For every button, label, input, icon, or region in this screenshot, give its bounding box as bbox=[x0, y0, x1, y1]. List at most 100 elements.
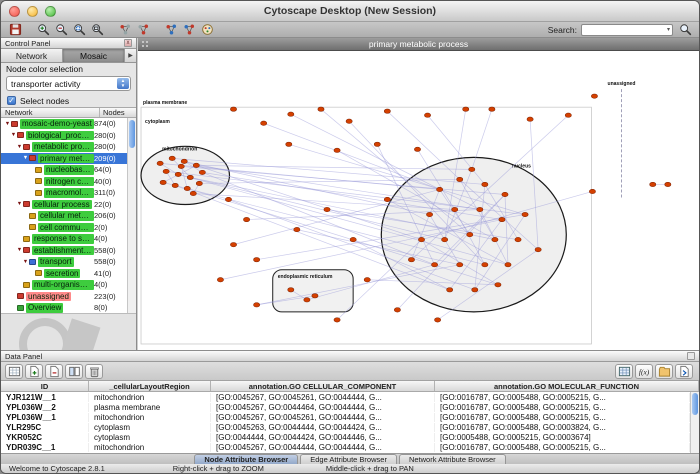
table-row[interactable]: YKR052Ccytoplasm[GO:0044444, GO:0044424,… bbox=[1, 432, 690, 442]
tree-row[interactable]: cell communica...2(0) bbox=[1, 222, 127, 234]
trash-icon[interactable] bbox=[85, 364, 103, 379]
table-cell[interactable]: [GO:0016787, GO:0005488, GO:0005215, G..… bbox=[435, 413, 690, 422]
table-row[interactable]: YJR121W__1mitochondrion[GO:0045267, GO:0… bbox=[1, 392, 690, 402]
tab-scroll-right-icon[interactable]: ▶ bbox=[125, 49, 136, 62]
tree-row[interactable]: ▼metabolic process280(0) bbox=[1, 141, 127, 153]
table-row[interactable]: YPL036W__2plasma membrane[GO:0045267, GO… bbox=[1, 402, 690, 412]
zoom-fit-icon[interactable] bbox=[89, 23, 105, 37]
table-cell[interactable]: [GO:0045267, GO:0045261, GO:0044444, G..… bbox=[211, 413, 435, 422]
table-cell[interactable]: [GO:0045263, GO:0044444, GO:0044424, G..… bbox=[211, 423, 435, 432]
tree-row[interactable]: nitrogen compo...40(0) bbox=[1, 176, 127, 188]
grid-icon[interactable] bbox=[5, 364, 23, 379]
table-cell[interactable]: cytoplasm bbox=[89, 433, 211, 442]
doc-minus-icon[interactable] bbox=[45, 364, 63, 379]
vizmapper-icon[interactable] bbox=[199, 23, 215, 37]
network-modify-icon[interactable] bbox=[181, 23, 197, 37]
select-nodes-checkbox[interactable]: ✓ bbox=[7, 96, 16, 105]
table-header-c-cc[interactable]: annotation.GO CELLULAR_COMPONENT bbox=[211, 381, 435, 391]
table-cell[interactable]: [GO:0045267, GO:0045261, GO:0044444, G..… bbox=[211, 393, 435, 402]
tree-row[interactable]: macromolecule...311(0) bbox=[1, 187, 127, 199]
table-cell[interactable]: YKR052C bbox=[1, 433, 89, 442]
tree-row[interactable]: Overview8(0) bbox=[1, 302, 127, 313]
column-network[interactable]: Network bbox=[1, 108, 100, 117]
table-cell[interactable]: YDR039C__1 bbox=[1, 443, 89, 452]
tab-network[interactable]: Network bbox=[1, 49, 63, 62]
tree-scrollbar[interactable] bbox=[127, 118, 136, 313]
chevron-down-icon[interactable]: ▾ bbox=[667, 26, 670, 33]
tree-row[interactable]: unassigned223(0) bbox=[1, 291, 127, 303]
table-cell[interactable]: YJR121W__1 bbox=[1, 393, 89, 402]
zoom-out-icon[interactable] bbox=[53, 23, 69, 37]
table-cell[interactable]: [GO:0045267, GO:0044464, GO:0044444, G..… bbox=[211, 403, 435, 412]
expander-icon[interactable]: ▼ bbox=[10, 132, 17, 138]
tree-row[interactable]: ▼primary metab...209(0) bbox=[1, 153, 127, 165]
expander-icon[interactable]: ▼ bbox=[4, 121, 11, 127]
table-cell[interactable]: YPL036W__1 bbox=[1, 413, 89, 422]
tab-node-attribute-browser[interactable]: Node Attribute Browser bbox=[194, 454, 298, 464]
table-cell[interactable]: [GO:0016787, GO:0005488, GO:0003824, G..… bbox=[435, 423, 690, 432]
window-titlebar[interactable]: Cytoscape Desktop (New Session) bbox=[1, 1, 699, 22]
minimize-window-button[interactable] bbox=[27, 6, 38, 17]
tree-row[interactable]: secretion41(0) bbox=[1, 268, 127, 280]
table-scrollbar-thumb[interactable] bbox=[692, 393, 698, 415]
table-cell[interactable]: mitochondrion bbox=[89, 393, 211, 402]
expander-icon[interactable]: ▼ bbox=[16, 144, 23, 150]
table-cell[interactable]: plasma membrane bbox=[89, 403, 211, 412]
tree-row[interactable]: ▼biological_process280(0) bbox=[1, 130, 127, 142]
table-cell[interactable]: mitochondrion bbox=[89, 413, 211, 422]
tree-row[interactable]: ▼mosaic-demo-yeast874(0) bbox=[1, 118, 127, 130]
table-cell[interactable]: [GO:0044444, GO:0044424, GO:0044446, G..… bbox=[211, 433, 435, 442]
table-cell[interactable]: [GO:0016787, GO:0005488, GO:0005215, G..… bbox=[435, 403, 690, 412]
network-overview-icon[interactable] bbox=[163, 23, 179, 37]
save-icon[interactable] bbox=[7, 23, 23, 37]
node-color-dropdown[interactable]: transporter activity ▲▼ bbox=[6, 76, 131, 91]
table-cell[interactable]: [GO:0016787, GO:0005488, GO:0005215, G..… bbox=[435, 443, 690, 452]
network-canvas[interactable]: plasma membranecytoplasmmitochondrionnuc… bbox=[138, 51, 699, 350]
tree-row[interactable]: cellular metabo...206(0) bbox=[1, 210, 127, 222]
hide-selected-icon[interactable] bbox=[117, 23, 133, 37]
table-header-c-id[interactable]: ID bbox=[1, 381, 89, 391]
fx-icon[interactable]: f(x) bbox=[635, 364, 653, 379]
zoom-selection-icon[interactable] bbox=[71, 23, 87, 37]
search-combobox[interactable]: ▾ bbox=[581, 24, 673, 36]
table-cell[interactable]: mitochondrion bbox=[89, 443, 211, 452]
matrix-icon[interactable] bbox=[615, 364, 633, 379]
expander-icon[interactable]: ▼ bbox=[16, 201, 23, 207]
tree-row[interactable]: ▼transport558(0) bbox=[1, 256, 127, 268]
tree-row[interactable]: multi-organism pro...4(0) bbox=[1, 279, 127, 291]
table-header-c-mf[interactable]: annotation.GO MOLECULAR_FUNCTION bbox=[435, 381, 699, 391]
tab-network-attribute-browser[interactable]: Network Attribute Browser bbox=[399, 454, 506, 464]
expander-icon[interactable]: ▼ bbox=[22, 259, 29, 265]
tree-row[interactable]: nucleobase...64(0) bbox=[1, 164, 127, 176]
tree-row[interactable]: ▼cellular process22(0) bbox=[1, 199, 127, 211]
table-row[interactable]: YLR295Ccytoplasm[GO:0045263, GO:0044444,… bbox=[1, 422, 690, 432]
advanced-search-button[interactable] bbox=[677, 23, 693, 37]
column-nodes[interactable]: Nodes bbox=[100, 108, 136, 117]
zoom-window-button[interactable] bbox=[45, 6, 56, 17]
float-panel-icon[interactable] bbox=[687, 352, 695, 360]
close-panel-icon[interactable]: x bbox=[124, 39, 132, 47]
table-row[interactable]: YDR039C__1mitochondrion[GO:0045267, GO:0… bbox=[1, 442, 690, 452]
table-cell[interactable]: YLR295C bbox=[1, 423, 89, 432]
tree-scrollbar-thumb[interactable] bbox=[129, 120, 135, 148]
network-view-titlebar[interactable]: primary metabolic process bbox=[138, 38, 699, 51]
table-header-c-region[interactable]: _cellularLayoutRegion bbox=[89, 381, 211, 391]
folder-icon[interactable] bbox=[655, 364, 673, 379]
search-input[interactable] bbox=[584, 25, 662, 35]
table-cell[interactable]: [GO:0016787, GO:0005488, GO:0005215, G..… bbox=[435, 393, 690, 402]
columns-icon[interactable] bbox=[65, 364, 83, 379]
tree-row[interactable]: response to stimul...4(0) bbox=[1, 233, 127, 245]
tab-mosaic[interactable]: Mosaic bbox=[63, 49, 125, 62]
tree-row[interactable]: ▼establishment of lo...558(0) bbox=[1, 245, 127, 257]
table-cell[interactable]: [GO:0005488, GO:0005215, GO:0003674] bbox=[435, 433, 690, 442]
table-scrollbar[interactable] bbox=[690, 392, 699, 453]
expander-icon[interactable]: ▼ bbox=[16, 247, 23, 253]
table-row[interactable]: YPL036W__1mitochondrion[GO:0045267, GO:0… bbox=[1, 412, 690, 422]
table-cell[interactable]: cytoplasm bbox=[89, 423, 211, 432]
expander-icon[interactable]: ▼ bbox=[22, 155, 29, 161]
network-graph[interactable]: plasma membranecytoplasmmitochondrionnuc… bbox=[138, 51, 699, 350]
zoom-in-icon[interactable] bbox=[35, 23, 51, 37]
tab-edge-attribute-browser[interactable]: Edge Attribute Browser bbox=[300, 454, 397, 464]
doc-plus-icon[interactable] bbox=[25, 364, 43, 379]
table-cell[interactable]: YPL036W__2 bbox=[1, 403, 89, 412]
